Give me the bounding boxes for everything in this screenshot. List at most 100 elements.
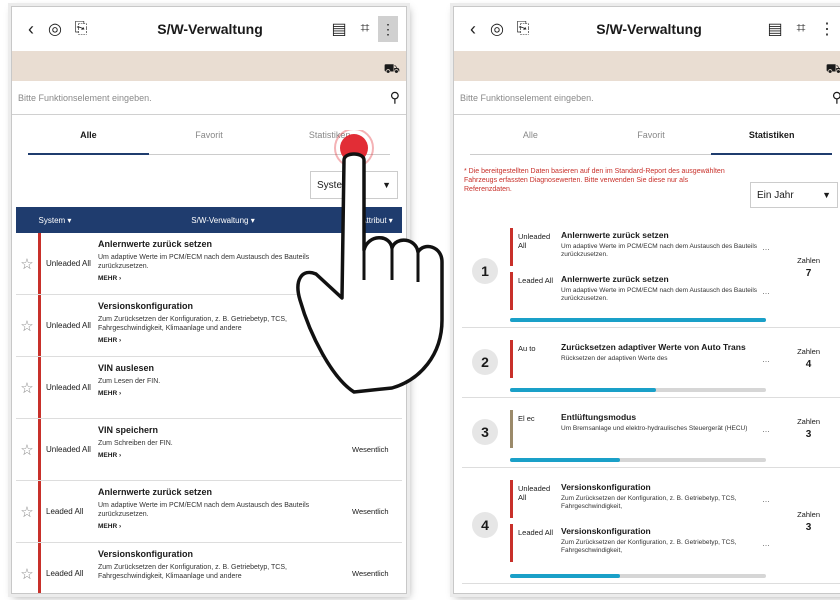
table-row[interactable]: ☆ Unleaded All Versionskonfiguration Zum… (16, 295, 402, 357)
count-value: 3 (805, 522, 812, 533)
row-attribute (352, 233, 402, 294)
stat-item[interactable]: Unleaded All Versionskonfiguration Zum Z… (510, 480, 776, 518)
more-vert-icon[interactable]: ⋮ (814, 16, 840, 42)
gauge-plus-icon[interactable]: ◎ (42, 16, 68, 42)
row-content: Versionskonfiguration Zum Zurücksetzen d… (94, 543, 352, 593)
count-label: Zahlen (797, 347, 820, 356)
rank-badge: 4 (472, 512, 498, 538)
ellipsis-icon[interactable]: … (762, 340, 776, 378)
stat-group: 1 Unleaded All Anlernwerte zurück setzen… (462, 222, 840, 328)
search-bar[interactable]: Bitte Funktionselement eingeben. ⚲ (12, 81, 406, 115)
row-title: Versionskonfiguration (98, 301, 194, 311)
search-icon[interactable]: ⚲ (390, 89, 400, 106)
search-input[interactable]: Bitte Funktionselement eingeben. (18, 93, 390, 103)
count-value: 3 (805, 429, 812, 440)
stat-group: 2 Au to Zurücksetzen adaptiver Werte von… (462, 334, 840, 398)
table-row[interactable]: ☆ Unleaded All VIN auslesen Zum Lesen de… (16, 357, 402, 419)
tab-alle[interactable]: Alle (470, 115, 591, 155)
count-block: Zahlen 4 (797, 347, 820, 370)
vehicle-search-icon[interactable]: ⛟ (826, 61, 840, 79)
ellipsis-icon[interactable]: … (762, 480, 776, 518)
stat-item[interactable]: Leaded All Anlernwerte zurück setzen Um … (510, 272, 776, 310)
stat-item-title: Versionskonfiguration (561, 482, 651, 492)
tab-statistiken[interactable]: Statistiken (711, 115, 833, 155)
more-link[interactable]: MEHR › (98, 452, 348, 459)
period-dropdown[interactable]: Ein Jahr ▼ (750, 182, 838, 208)
search-input[interactable]: Bitte Funktionselement eingeben. (460, 93, 832, 103)
search-icon[interactable]: ⚲ (832, 89, 840, 106)
row-title: Anlernwerte zurück setzen (98, 487, 213, 497)
table-row[interactable]: ☆ Leaded All Versionskonfiguration Zum Z… (16, 543, 402, 593)
tab-alle[interactable]: Alle (28, 115, 149, 155)
col-attr[interactable]: Attribut ▾ (352, 216, 402, 225)
star-icon[interactable]: ☆ (16, 543, 38, 593)
stat-item[interactable]: El ec Entlüftungsmodus Um Bremsanlage un… (510, 410, 776, 448)
export-file-icon[interactable]: ⎘ (68, 16, 94, 42)
star-icon[interactable]: ☆ (16, 419, 38, 480)
star-icon[interactable]: ☆ (16, 295, 38, 356)
table-header: System ▾ S/W-Verwaltung ▾ Attribut ▾ (16, 207, 402, 233)
row-system: Unleaded All (38, 419, 94, 480)
row-description: Zum Zurücksetzen der Konfiguration, z. B… (98, 316, 287, 332)
ellipsis-icon[interactable]: … (762, 524, 776, 562)
star-icon[interactable]: ☆ (16, 233, 38, 294)
scan-frame-icon[interactable]: ⌗ (352, 16, 378, 42)
right-screen: ‹ ◎ ⎘ S/W-Verwaltung ▤ ⌗ ⋮ ⛟ Bitte Funkt… (453, 6, 840, 594)
report-icon[interactable]: ▤ (326, 16, 352, 42)
back-arrow-icon[interactable]: ‹ (20, 16, 42, 42)
stat-item-system: El ec (518, 414, 535, 423)
table-row[interactable]: ☆ Leaded All Anlernwerte zurück setzen U… (16, 481, 402, 543)
row-system: Leaded All (38, 481, 94, 542)
stat-item-title: Zurücksetzen adaptiver Werte von Auto Tr… (561, 342, 746, 352)
table-row[interactable]: ☆ Unleaded All Anlernwerte zurück setzen… (16, 233, 402, 295)
star-icon[interactable]: ☆ (16, 357, 38, 418)
row-description: Zum Zurücksetzen der Konfiguration, z. B… (98, 564, 287, 580)
report-icon[interactable]: ▤ (762, 16, 788, 42)
row-title: VIN auslesen (98, 363, 155, 373)
stat-item[interactable]: Leaded All Versionskonfiguration Zum Zur… (510, 524, 776, 562)
row-description: Um adaptive Werte im PCM/ECM nach dem Au… (98, 254, 310, 270)
stat-item-content: Anlernwerte zurück setzen Um adaptive We… (561, 272, 762, 310)
more-vert-icon[interactable]: ⋮ (378, 16, 398, 42)
table-row[interactable]: ☆ Unleaded All VIN speichern Zum Schreib… (16, 419, 402, 481)
page-title: S/W-Verwaltung (596, 21, 702, 37)
row-attribute (352, 357, 402, 418)
stat-item[interactable]: Unleaded All Anlernwerte zurück setzen U… (510, 228, 776, 266)
progress-bar (510, 318, 766, 322)
chevron-down-icon: ▼ (382, 180, 391, 190)
ellipsis-icon[interactable]: … (762, 228, 776, 266)
scan-frame-icon[interactable]: ⌗ (788, 16, 814, 42)
star-icon[interactable]: ☆ (16, 481, 38, 542)
row-description: Zum Schreiben der FIN. (98, 440, 173, 447)
stat-item-description: Zum Zurücksetzen der Konfiguration, z. B… (561, 495, 737, 510)
table-body: ☆ Unleaded All Anlernwerte zurück setzen… (12, 233, 406, 593)
col-sw[interactable]: S/W-Verwaltung ▾ (94, 216, 352, 225)
stat-item[interactable]: Au to Zurücksetzen adaptiver Werte von A… (510, 340, 776, 378)
more-link[interactable]: MEHR › (98, 390, 348, 397)
stat-item-system: Unleaded All (518, 484, 551, 502)
back-arrow-icon[interactable]: ‹ (462, 16, 484, 42)
row-system: Unleaded All (38, 295, 94, 356)
tab-statistiken[interactable]: Statistiken (269, 115, 391, 155)
count-value: 7 (805, 268, 812, 279)
col-system[interactable]: System ▾ (16, 216, 94, 225)
tab-favorit[interactable]: Favorit (148, 115, 270, 155)
ellipsis-icon[interactable]: … (762, 272, 776, 310)
system-dropdown[interactable]: System ▼ (310, 171, 398, 199)
row-content: Versionskonfiguration Zum Zurücksetzen d… (94, 295, 352, 356)
vehicle-search-icon[interactable]: ⛟ (384, 61, 400, 79)
ellipsis-icon[interactable]: … (762, 410, 776, 448)
gauge-plus-icon[interactable]: ◎ (484, 16, 510, 42)
count-label: Zahlen (797, 256, 820, 265)
more-link[interactable]: MEHR › (98, 337, 348, 344)
row-content: VIN auslesen Zum Lesen der FIN. MEHR › (94, 357, 352, 418)
export-file-icon[interactable]: ⎘ (510, 16, 536, 42)
stat-item-title: Versionskonfiguration (561, 526, 651, 536)
tab-favorit[interactable]: Favorit (590, 115, 712, 155)
filter-row: System ▼ (12, 171, 406, 207)
search-bar[interactable]: Bitte Funktionselement eingeben. ⚲ (454, 81, 840, 115)
more-link[interactable]: MEHR › (98, 523, 348, 530)
row-title: Versionskonfiguration (98, 549, 194, 559)
more-link[interactable]: MEHR › (98, 275, 348, 282)
chevron-down-icon: ▼ (822, 190, 831, 200)
